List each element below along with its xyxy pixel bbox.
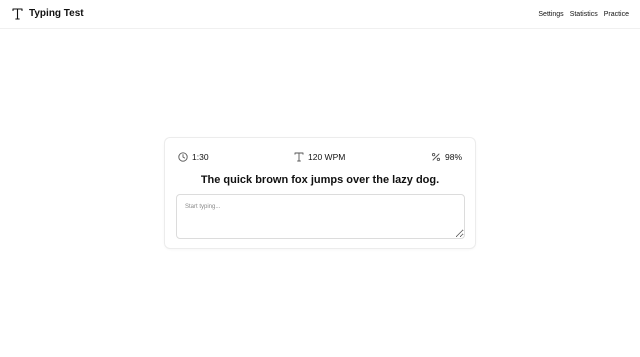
app-header: Typing Test Settings Statistics Practice	[0, 0, 640, 29]
accuracy-value: 98%	[445, 152, 463, 162]
accuracy-stat: 98%	[431, 152, 462, 162]
brand: Typing Test	[12, 7, 84, 20]
clock-icon	[178, 152, 188, 162]
nav-statistics[interactable]: Statistics	[570, 11, 598, 18]
percent-icon	[431, 152, 441, 162]
timer-value: 1:30	[192, 152, 209, 162]
nav-settings[interactable]: Settings	[538, 11, 563, 18]
typing-input[interactable]	[176, 194, 465, 239]
nav-practice[interactable]: Practice	[604, 11, 629, 18]
wpm-value: 120 WPM	[308, 152, 346, 162]
wpm-stat: 120 WPM	[294, 152, 345, 162]
top-nav: Settings Statistics Practice	[538, 11, 629, 18]
type-icon	[294, 152, 304, 162]
app-title: Typing Test	[29, 7, 84, 19]
type-icon	[12, 7, 23, 20]
target-sentence: The quick brown fox jumps over the lazy …	[200, 174, 440, 186]
timer-stat: 1:30	[178, 152, 209, 162]
typing-card: 1:30 120 WPM 98% The quick brown fox jum…	[164, 137, 476, 249]
